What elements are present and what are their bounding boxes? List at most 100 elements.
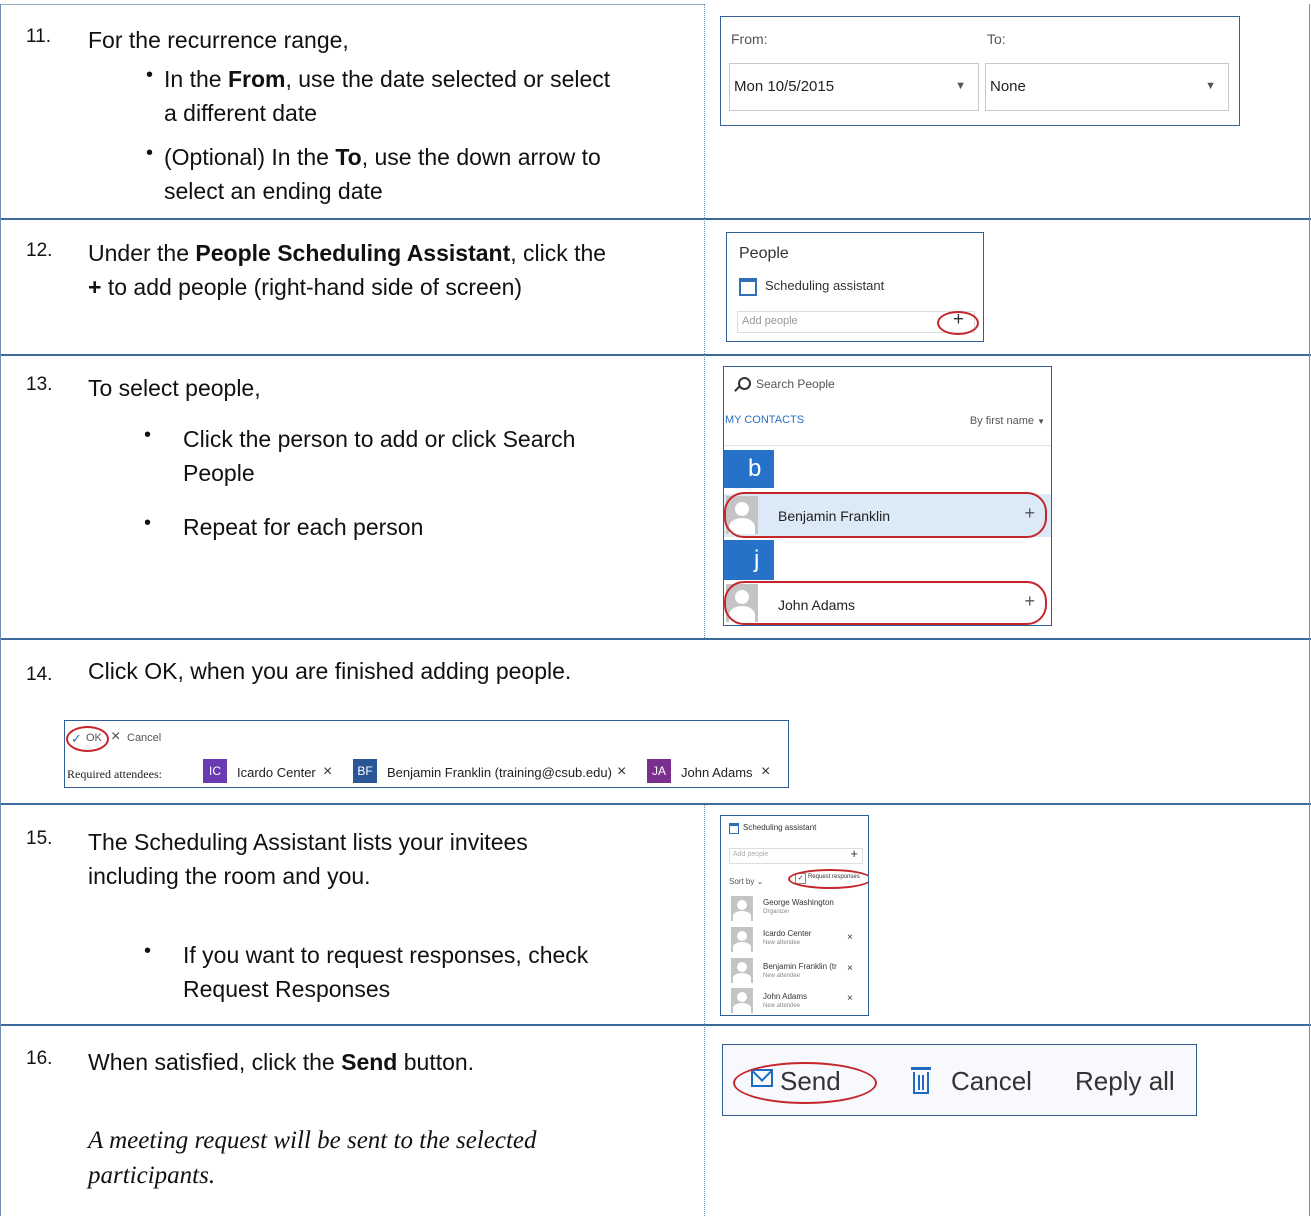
- bold-term: Send: [341, 1049, 398, 1075]
- placeholder: Add people: [742, 315, 798, 327]
- step-text: including the room and you.: [88, 863, 371, 889]
- chevron-down-icon: ▼: [955, 80, 966, 92]
- bullet: •: [144, 424, 152, 446]
- row-divider: [0, 803, 1311, 805]
- assistant-title: Scheduling assistant: [743, 823, 817, 832]
- list-item: Icardo Center New attendee ×: [731, 927, 861, 953]
- person-name: Benjamin Franklin (tr: [763, 962, 837, 971]
- group-header-b: b: [724, 450, 774, 488]
- cancel-button[interactable]: Cancel: [127, 732, 161, 744]
- scheduling-assistant-screenshot: Scheduling assistant Add people + Sort b…: [720, 815, 869, 1016]
- group-letter: b: [748, 455, 762, 482]
- bold-term: From: [227, 66, 286, 92]
- contacts-picker-screenshot: Search People MY CONTACTS By first name …: [723, 366, 1052, 626]
- step-number: 11.: [26, 26, 52, 47]
- person-role: Organizer: [763, 909, 790, 915]
- required-attendees-label: Required attendees:: [67, 767, 162, 781]
- text: , use the down arrow to: [361, 144, 601, 170]
- step-number: 15.: [26, 828, 53, 849]
- bullet-text: Repeat for each person: [183, 514, 424, 540]
- bullet-text: a different date: [164, 100, 318, 126]
- table-left-edge: [0, 4, 1, 1216]
- row-divider: [0, 218, 1311, 220]
- sort-dropdown[interactable]: Sort by ⌄: [729, 877, 763, 886]
- plus-icon[interactable]: +: [850, 846, 858, 861]
- attendee-initials: BF: [353, 759, 377, 783]
- text: When satisfied, click the: [88, 1049, 342, 1075]
- step-text: For the recurrence range,: [88, 23, 349, 57]
- from-label: From:: [731, 31, 768, 47]
- list-divider: [724, 445, 1051, 446]
- from-date-value: Mon 10/5/2015: [734, 78, 835, 95]
- people-panel-screenshot: People Scheduling assistant Add people +: [726, 232, 984, 342]
- attendee-name: Benjamin Franklin (training@csub.edu): [387, 765, 612, 780]
- step-number: 12.: [26, 240, 53, 261]
- bullet: •: [146, 64, 154, 86]
- highlight-ring: [788, 869, 868, 889]
- sort-label: By first name: [969, 415, 1035, 427]
- remove-attendee-icon[interactable]: ×: [617, 763, 626, 781]
- person-role: New attendee: [763, 973, 801, 979]
- step-text: To select people,: [88, 375, 261, 401]
- bullet-text: In the From, use the date selected or se…: [164, 62, 610, 96]
- list-item: George Washington Organizer: [731, 896, 861, 922]
- attendee-initials: JA: [647, 759, 671, 783]
- search-icon-handle: [734, 386, 740, 392]
- recurrence-range-screenshot: From: To: Mon 10/5/2015 ▼ None ▼: [720, 16, 1240, 126]
- add-people-input[interactable]: Add people +: [729, 846, 863, 864]
- row-divider: [0, 354, 1311, 356]
- to-label: To:: [987, 31, 1006, 47]
- step-number: 14.: [26, 664, 53, 685]
- placeholder: Add people: [733, 851, 769, 858]
- note-text: participants.: [88, 1162, 216, 1189]
- calendar-icon: [729, 823, 739, 834]
- chevron-down-icon: ⌄: [756, 877, 764, 886]
- to-date-select[interactable]: None ▼: [985, 63, 1229, 111]
- attendee-name: John Adams: [681, 765, 753, 780]
- scheduling-assistant-link[interactable]: Scheduling assistant: [765, 278, 884, 293]
- remove-attendee-icon[interactable]: ×: [323, 763, 332, 781]
- bullet-text: Request Responses: [183, 976, 391, 1002]
- person-role: New attendee: [763, 940, 801, 946]
- from-date-select[interactable]: Mon 10/5/2015 ▼: [729, 63, 979, 111]
- bullet-text: If you want to request responses, check: [183, 942, 589, 968]
- row-divider: [0, 1024, 1311, 1026]
- close-icon: ×: [111, 728, 121, 745]
- cancel-button[interactable]: Cancel: [951, 1066, 1032, 1097]
- note-text: A meeting request will be sent to the se…: [88, 1127, 537, 1154]
- remove-attendee-icon[interactable]: ×: [847, 932, 853, 943]
- avatar: [731, 927, 753, 952]
- tab-my-contacts[interactable]: MY CONTACTS: [725, 414, 804, 426]
- text: (Optional) In the: [164, 144, 336, 170]
- bullet: •: [144, 512, 152, 534]
- chevron-down-icon: ▼: [1205, 80, 1216, 92]
- person-name: Icardo Center: [763, 929, 812, 938]
- text: , use the date selected or select: [285, 66, 611, 92]
- person-role: New attendee: [763, 1003, 801, 1009]
- send-toolbar-screenshot: Send Cancel Reply all: [722, 1044, 1197, 1116]
- step-text: When satisfied, click the Send button.: [88, 1045, 474, 1079]
- attendee-initials: IC: [203, 759, 227, 783]
- bullet-text: Click the person to add or click Search: [183, 426, 576, 452]
- remove-attendee-icon[interactable]: ×: [847, 993, 853, 1004]
- avatar: [731, 896, 753, 921]
- row-divider: [0, 638, 1311, 640]
- people-title: People: [739, 245, 789, 262]
- remove-attendee-icon[interactable]: ×: [847, 963, 853, 974]
- bullet: •: [146, 142, 154, 164]
- instruction-table: 11. For the recurrence range, • In the F…: [0, 0, 1311, 1216]
- text: Under the: [88, 240, 196, 266]
- highlight-ring: [724, 492, 1047, 538]
- search-people-input[interactable]: Search People: [756, 377, 835, 391]
- trash-icon: [911, 1067, 931, 1095]
- column-divider: [704, 4, 705, 638]
- remove-attendee-icon[interactable]: ×: [761, 763, 770, 781]
- step-number: 16.: [26, 1048, 53, 1069]
- reply-all-button[interactable]: Reply all: [1075, 1066, 1175, 1097]
- to-date-value: None: [990, 78, 1026, 95]
- row-divider: [0, 4, 705, 5]
- sort-dropdown[interactable]: By first name ▼: [970, 415, 1045, 427]
- bold-term: +: [88, 274, 102, 300]
- bold-term: People Scheduling Assistant: [195, 240, 511, 266]
- text: to add people (right-hand side of screen…: [101, 274, 523, 300]
